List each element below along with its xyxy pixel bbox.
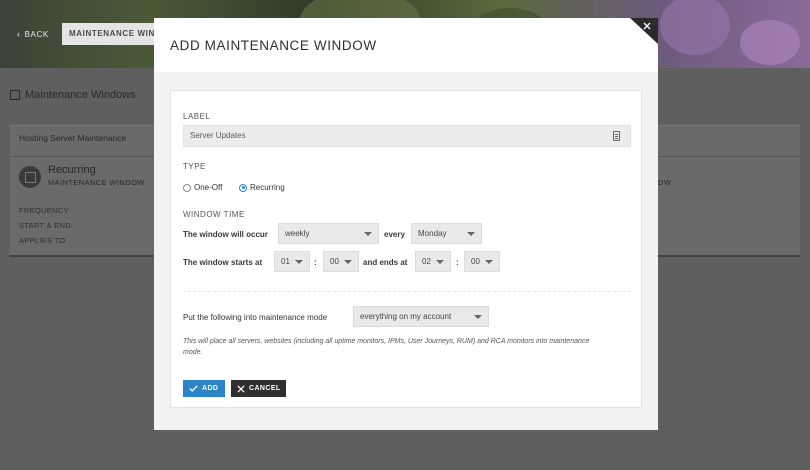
label-section-title: LABEL — [183, 112, 211, 121]
caret-down-icon — [295, 260, 303, 264]
tab-maintenance-windows[interactable]: MAINTENANCE WINDOWS — [62, 23, 162, 45]
start-hour-select[interactable]: 01 — [274, 251, 310, 272]
recurring-subtitle-right: DW — [658, 178, 672, 187]
caret-down-icon — [474, 315, 482, 319]
add-maintenance-modal: ADD MAINTENANCE WINDOW LABEL Server Upda… — [154, 18, 658, 430]
card-title: Hosting Server Maintenance — [19, 133, 127, 143]
ends-label: and ends at — [363, 258, 408, 267]
label-input[interactable]: Server Updates — [183, 125, 631, 147]
radio-recurring[interactable]: Recurring — [239, 183, 285, 192]
field-start-end: START & END — [19, 221, 72, 230]
scope-note: This will place all servers, websites (i… — [183, 338, 590, 356]
caret-down-icon — [344, 260, 352, 264]
radio-one-off[interactable]: One-Off — [183, 183, 222, 192]
chevron-left-icon: ‹ — [17, 29, 21, 39]
end-hour-value: 02 — [422, 257, 431, 266]
caret-down-icon — [485, 260, 493, 264]
recurring-title: Recurring — [48, 164, 96, 176]
add-button-label: ADD — [202, 385, 219, 392]
scope-select[interactable]: everything on my account — [353, 306, 489, 327]
modal-title: ADD MAINTENANCE WINDOW — [170, 38, 377, 53]
field-applies-to: APPLIES TO — [19, 236, 66, 245]
radio-circle[interactable] — [183, 183, 191, 192]
field-frequency: FREQUENCY — [19, 206, 69, 215]
check-icon — [189, 385, 198, 392]
add-button[interactable]: ADD — [183, 380, 225, 397]
x-icon — [237, 384, 245, 393]
start-minute-value: 00 — [330, 257, 339, 266]
document-icon[interactable] — [613, 131, 620, 141]
recurring-subtitle: MAINTENANCE WINDOW — [48, 178, 145, 187]
radio-recurring-label: Recurring — [250, 183, 285, 192]
close-button[interactable] — [630, 18, 658, 44]
type-section-title: TYPE — [183, 162, 206, 171]
window-time-section-title: WINDOW TIME — [183, 210, 245, 219]
start-minute-select[interactable]: 00 — [323, 251, 359, 272]
every-label: every — [384, 230, 405, 239]
back-button[interactable]: ‹ BACK — [10, 23, 56, 45]
back-label: BACK — [24, 30, 49, 39]
section-divider — [183, 291, 631, 292]
label-input-value: Server Updates — [190, 131, 246, 140]
maintenance-icon — [10, 90, 20, 100]
scope-select-value: everything on my account — [360, 312, 452, 321]
end-minute-value: 00 — [471, 257, 480, 266]
form-card: LABEL Server Updates TYPE One-Off Recurr… — [170, 90, 642, 408]
occur-select[interactable]: weekly — [278, 223, 379, 244]
scope-label: Put the following into maintenance mode — [183, 313, 328, 322]
cancel-button[interactable]: CANCEL — [231, 380, 286, 397]
caret-down-icon — [436, 260, 444, 264]
start-hour-value: 01 — [281, 257, 290, 266]
recurring-icon — [19, 166, 41, 188]
end-colon: : — [456, 258, 459, 267]
cancel-button-label: CANCEL — [249, 385, 281, 392]
every-select-value: Monday — [418, 229, 447, 238]
end-hour-select[interactable]: 02 — [415, 251, 451, 272]
start-colon: : — [314, 258, 317, 267]
page-title-text: Maintenance Windows — [25, 89, 136, 101]
page-title: Maintenance Windows — [10, 89, 136, 101]
caret-down-icon — [467, 232, 475, 236]
caret-down-icon — [364, 232, 372, 236]
starts-label: The window starts at — [183, 258, 263, 267]
occur-select-value: weekly — [285, 229, 310, 238]
end-minute-select[interactable]: 00 — [464, 251, 500, 272]
every-select[interactable]: Monday — [411, 223, 482, 244]
radio-circle-selected[interactable] — [239, 183, 247, 192]
occur-label: The window will occur — [183, 230, 268, 239]
close-icon — [630, 18, 658, 44]
modal-header: ADD MAINTENANCE WINDOW — [154, 18, 658, 72]
radio-one-off-label: One-Off — [194, 183, 223, 192]
